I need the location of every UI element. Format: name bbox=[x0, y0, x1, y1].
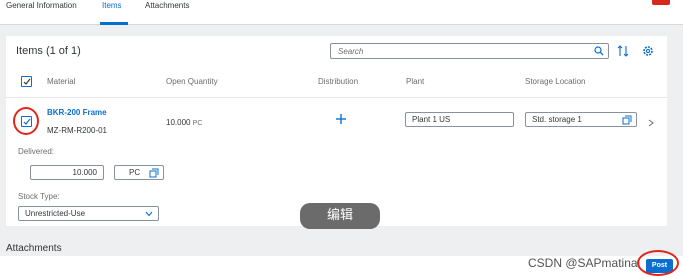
table-header: Material Open Quantity Distribution Plan… bbox=[6, 62, 667, 98]
delivered-unit-field[interactable]: PC bbox=[114, 165, 164, 180]
storage-location-field[interactable]: Std. storage 1 bbox=[525, 112, 637, 127]
material-id: MZ-RM-R200-01 bbox=[47, 126, 108, 135]
header-action-button[interactable] bbox=[652, 0, 670, 5]
sort-icon[interactable] bbox=[617, 45, 629, 57]
plant-value: Plant 1 US bbox=[412, 115, 451, 124]
value-help-icon[interactable] bbox=[622, 115, 632, 125]
chevron-down-icon bbox=[145, 211, 153, 217]
column-header-distribution: Distribution bbox=[318, 77, 359, 86]
add-distribution-icon[interactable] bbox=[334, 112, 348, 126]
delivered-quantity-value: 10.000 bbox=[72, 168, 97, 177]
highlight-circle bbox=[637, 250, 679, 276]
items-panel: Items (1 of 1) Search Material Open Quan… bbox=[6, 36, 667, 226]
plant-field[interactable]: Plant 1 US bbox=[405, 112, 514, 127]
checkmark-icon bbox=[23, 78, 31, 85]
search-icon[interactable] bbox=[594, 46, 604, 56]
table-row[interactable]: BKR-200 Frame MZ-RM-R200-01 10.000 PC Pl… bbox=[6, 99, 667, 144]
delivered-unit-value: PC bbox=[129, 168, 141, 177]
tab-items[interactable]: Items bbox=[102, 0, 122, 11]
chevron-right-icon[interactable] bbox=[648, 119, 654, 127]
stock-type-value: Unrestricted-Use bbox=[25, 209, 86, 218]
stock-type-label: Stock Type: bbox=[18, 192, 60, 201]
tab-bar: General Information Items Attachments bbox=[0, 0, 683, 25]
settings-icon[interactable] bbox=[642, 45, 654, 57]
search-input[interactable]: Search bbox=[330, 43, 609, 59]
column-header-open-quantity: Open Quantity bbox=[166, 77, 218, 86]
attachments-heading: Attachments bbox=[6, 243, 62, 254]
open-quantity-value: 10.000 bbox=[166, 118, 191, 127]
column-header-plant: Plant bbox=[406, 77, 425, 86]
items-table-title: Items (1 of 1) bbox=[16, 45, 81, 57]
column-header-storage-location: Storage Location bbox=[525, 77, 586, 86]
stock-type-select[interactable]: Unrestricted-Use bbox=[18, 206, 159, 221]
value-help-icon[interactable] bbox=[149, 168, 159, 178]
tab-attachments[interactable]: Attachments bbox=[145, 0, 189, 11]
active-tab-indicator bbox=[100, 22, 128, 25]
column-header-material: Material bbox=[47, 77, 76, 86]
toast-message: 编辑 bbox=[300, 203, 380, 229]
watermark: CSDN @SAPmatinal bbox=[528, 256, 641, 270]
delivered-label: Delivered: bbox=[18, 147, 55, 156]
select-all-checkbox[interactable] bbox=[21, 76, 32, 87]
search-placeholder: Search bbox=[338, 47, 364, 56]
page: General Information Items Attachments It… bbox=[0, 0, 683, 278]
material-title-link[interactable]: BKR-200 Frame bbox=[47, 108, 107, 117]
delivered-quantity-input[interactable]: 10.000 bbox=[30, 165, 104, 180]
open-quantity: 10.000 PC bbox=[166, 118, 202, 127]
open-quantity-unit: PC bbox=[192, 120, 203, 127]
storage-location-value: Std. storage 1 bbox=[532, 115, 582, 124]
highlight-circle bbox=[13, 107, 39, 135]
tab-general-information[interactable]: General Information bbox=[6, 0, 77, 11]
